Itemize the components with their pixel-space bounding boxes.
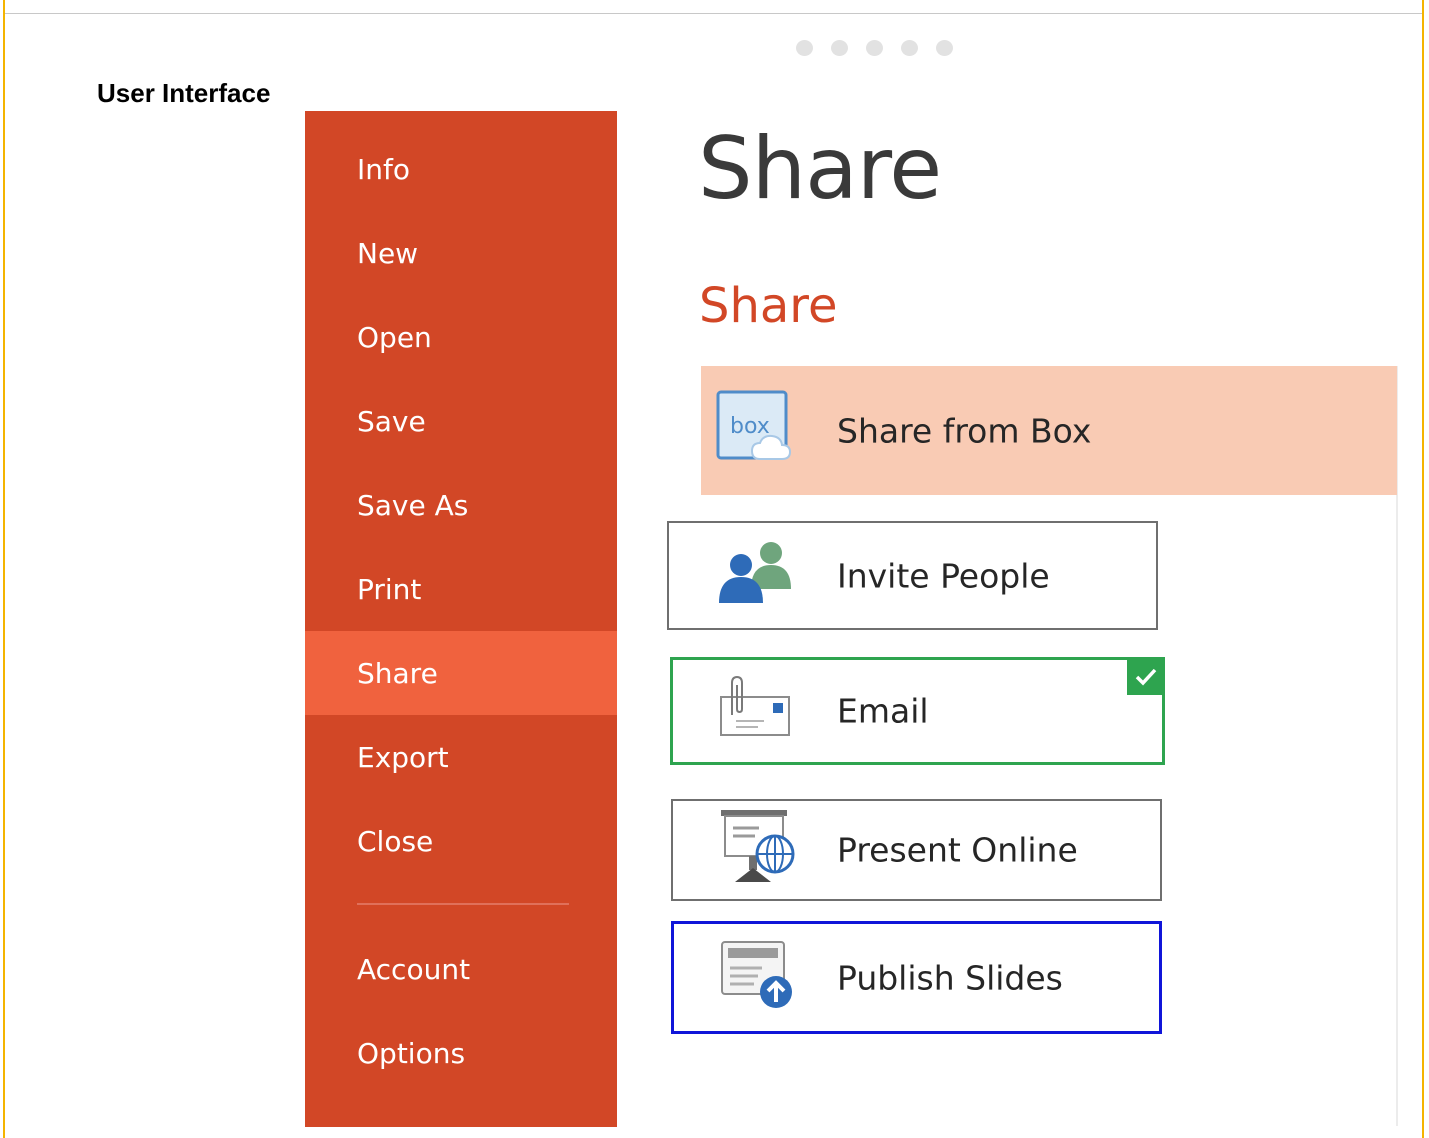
sidebar-item-new[interactable]: New <box>305 211 617 295</box>
sidebar-item-label: Close <box>357 824 434 858</box>
invite-people-option[interactable]: Invite People <box>667 521 1158 630</box>
sidebar-item-save-as[interactable]: Save As <box>305 463 617 547</box>
pager-dots <box>796 40 953 56</box>
sidebar-item-open[interactable]: Open <box>305 295 617 379</box>
sidebar-item-label: Export <box>357 740 449 774</box>
top-divider <box>5 13 1422 14</box>
presentation-globe-icon <box>717 808 797 892</box>
pager-dot[interactable] <box>901 40 918 56</box>
checkmark-icon <box>1127 657 1165 695</box>
sidebar-item-label: Save <box>357 404 426 438</box>
publish-slides-option[interactable]: Publish Slides <box>671 921 1162 1034</box>
people-icon <box>717 539 795 613</box>
sidebar-item-label: Options <box>357 1036 466 1070</box>
share-from-box-option[interactable]: box Share from Box <box>701 366 1397 495</box>
sidebar-divider <box>357 903 569 905</box>
sidebar-item-label: Save As <box>357 488 469 522</box>
section-title: Share <box>699 278 838 334</box>
sidebar-item-label: Print <box>357 572 422 606</box>
sidebar-item-close[interactable]: Close <box>305 799 617 883</box>
sidebar-item-export[interactable]: Export <box>305 715 617 799</box>
pager-dot[interactable] <box>866 40 883 56</box>
backstage-sidebar: Info New Open Save Save As Print Share E… <box>305 111 617 1127</box>
sidebar-item-label: Share <box>357 656 438 690</box>
sidebar-item-account[interactable]: Account <box>305 927 617 1011</box>
sidebar-item-save[interactable]: Save <box>305 379 617 463</box>
pager-dot[interactable] <box>796 40 813 56</box>
envelope-paperclip-icon <box>718 675 792 747</box>
option-label: Invite People <box>837 556 1050 595</box>
option-label: Email <box>837 691 929 731</box>
page-title: Share <box>698 119 942 219</box>
option-label: Present Online <box>837 830 1078 870</box>
sidebar-item-label: New <box>357 236 419 270</box>
sidebar-item-print[interactable]: Print <box>305 547 617 631</box>
sidebar-item-label: Info <box>357 152 410 186</box>
figure-caption: User Interface <box>97 78 271 108</box>
sidebar-item-share[interactable]: Share <box>305 631 617 715</box>
pager-dot[interactable] <box>831 40 848 56</box>
option-label: Publish Slides <box>837 958 1063 997</box>
sidebar-item-options[interactable]: Options <box>305 1011 617 1095</box>
pager-dot[interactable] <box>936 40 953 56</box>
sidebar-item-label: Account <box>357 952 471 986</box>
option-label: Share from Box <box>837 411 1092 450</box>
email-option[interactable]: Email <box>670 657 1165 765</box>
svg-text:box: box <box>730 414 770 439</box>
publish-slides-icon <box>718 938 798 1018</box>
present-online-option[interactable]: Present Online <box>671 799 1162 901</box>
sidebar-item-info[interactable]: Info <box>305 127 617 211</box>
sidebar-item-label: Open <box>357 320 432 354</box>
box-cloud-icon: box <box>716 389 792 473</box>
